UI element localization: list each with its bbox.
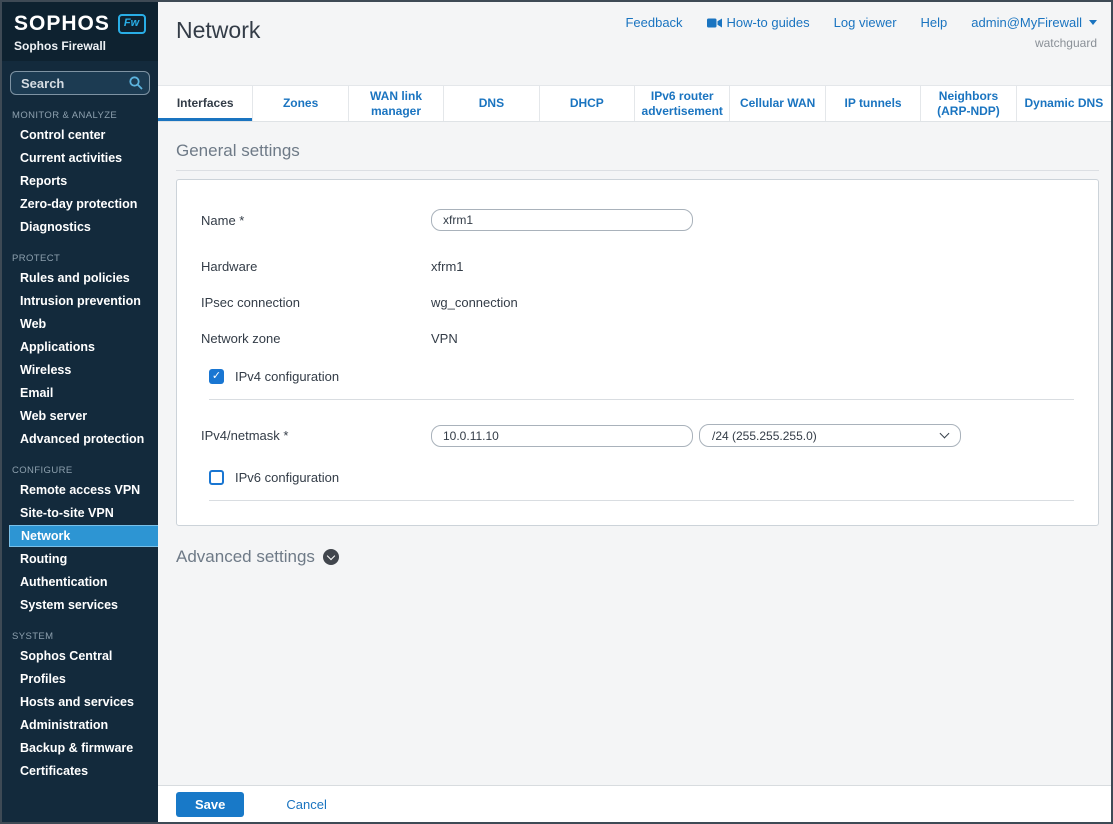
account-menu[interactable]: admin@MyFirewall: [971, 15, 1097, 30]
info-value: xfrm1: [431, 259, 464, 274]
sidebar-item-web-server[interactable]: Web server: [2, 405, 158, 427]
sidebar-item-remote-access-vpn[interactable]: Remote access VPN: [2, 479, 158, 501]
feedback-link[interactable]: Feedback: [625, 15, 682, 30]
sophos-logo: SOPHOS: [14, 12, 110, 36]
sidebar: SOPHOS Fw Sophos Firewall MONITOR & ANAL…: [2, 2, 158, 822]
nav-section-system: SYSTEM: [12, 631, 148, 642]
info-row-ipsec-connection: IPsec connectionwg_connection: [201, 290, 1074, 315]
info-label: Network zone: [201, 331, 431, 346]
app-window: SOPHOS Fw Sophos Firewall MONITOR & ANAL…: [0, 0, 1113, 824]
nav-section-monitor-analyze: MONITOR & ANALYZE: [12, 110, 148, 121]
sidebar-item-site-to-site-vpn[interactable]: Site-to-site VPN: [2, 502, 158, 524]
page-title: Network: [176, 17, 260, 85]
help-link[interactable]: Help: [921, 15, 948, 30]
video-camera-icon: [707, 18, 722, 28]
sidebar-item-backup-firmware[interactable]: Backup & firmware: [2, 737, 158, 759]
sidebar-item-control-center[interactable]: Control center: [2, 124, 158, 146]
check-icon: ✓: [212, 371, 221, 382]
netmask-select[interactable]: /24 (255.255.255.0): [699, 424, 961, 447]
tab-cellular-wan[interactable]: Cellular WAN: [730, 86, 825, 121]
main-area: Network Feedback How-to guides Log viewe…: [158, 2, 1111, 822]
sidebar-item-email[interactable]: Email: [2, 382, 158, 404]
name-field[interactable]: [431, 209, 693, 231]
tab-strip: InterfacesZonesWAN link managerDNSDHCPIP…: [158, 85, 1111, 122]
fw-badge-icon: Fw: [118, 14, 146, 34]
info-value: wg_connection: [431, 295, 518, 310]
chevron-down-circle-icon[interactable]: [323, 549, 339, 565]
search-icon: [129, 76, 143, 90]
general-settings-card: Name * Hardwarexfrm1 IPsec connectionwg_c…: [176, 179, 1099, 526]
sidebar-search: [10, 71, 150, 95]
cancel-button[interactable]: Cancel: [286, 797, 326, 812]
sidebar-item-wireless[interactable]: Wireless: [2, 359, 158, 381]
sidebar-item-rules-and-policies[interactable]: Rules and policies: [2, 267, 158, 289]
save-button[interactable]: Save: [176, 792, 244, 817]
tab-neighbors-arp-ndp[interactable]: Neighbors (ARP-NDP): [921, 86, 1016, 121]
name-label: Name *: [201, 213, 431, 228]
product-name: Sophos Firewall: [14, 39, 148, 53]
chevron-down-icon: [940, 429, 950, 439]
tab-interfaces[interactable]: Interfaces: [158, 86, 253, 121]
sidebar-item-current-activities[interactable]: Current activities: [2, 147, 158, 169]
tab-ip-tunnels[interactable]: IP tunnels: [826, 86, 921, 121]
info-label: IPsec connection: [201, 295, 431, 310]
sidebar-item-diagnostics[interactable]: Diagnostics: [2, 216, 158, 238]
ipv4-netmask-label: IPv4/netmask *: [201, 428, 431, 443]
sidebar-nav: MONITOR & ANALYZE Control centerCurrent a…: [2, 110, 158, 782]
tab-dns[interactable]: DNS: [444, 86, 539, 121]
sidebar-item-hosts-and-services[interactable]: Hosts and services: [2, 691, 158, 713]
info-row-network-zone: Network zoneVPN: [201, 326, 1074, 351]
logo-block: SOPHOS Fw Sophos Firewall: [2, 2, 158, 61]
sidebar-item-authentication[interactable]: Authentication: [2, 571, 158, 593]
advanced-settings-heading: Advanced settings: [176, 547, 1099, 567]
info-row-hardware: Hardwarexfrm1: [201, 254, 1074, 279]
ipv4-address-field[interactable]: [431, 425, 693, 447]
sidebar-item-reports[interactable]: Reports: [2, 170, 158, 192]
sidebar-item-system-services[interactable]: System services: [2, 594, 158, 616]
sidebar-item-profiles[interactable]: Profiles: [2, 668, 158, 690]
log-viewer-link[interactable]: Log viewer: [834, 15, 897, 30]
sidebar-item-applications[interactable]: Applications: [2, 336, 158, 358]
sidebar-item-routing[interactable]: Routing: [2, 548, 158, 570]
nav-section-configure: CONFIGURE: [12, 465, 148, 476]
content: General settings Name * Hardwarexfrm1 IPs…: [158, 122, 1111, 822]
action-footer: Save Cancel: [158, 785, 1111, 822]
sidebar-item-intrusion-prevention[interactable]: Intrusion prevention: [2, 290, 158, 312]
ipv4-configuration-checkbox[interactable]: ✓: [209, 369, 224, 384]
ipv4-configuration-label: IPv4 configuration: [235, 369, 339, 384]
info-value: VPN: [431, 331, 458, 346]
tab-wan-link-manager[interactable]: WAN link manager: [349, 86, 444, 121]
topbar: Network Feedback How-to guides Log viewe…: [158, 2, 1111, 85]
sidebar-item-administration[interactable]: Administration: [2, 714, 158, 736]
sidebar-item-certificates[interactable]: Certificates: [2, 760, 158, 782]
info-label: Hardware: [201, 259, 431, 274]
sidebar-item-network[interactable]: Network: [9, 525, 158, 547]
general-settings-heading: General settings: [176, 141, 1099, 171]
tab-dynamic-dns[interactable]: Dynamic DNS: [1017, 86, 1111, 121]
device-label: watchguard: [625, 36, 1097, 50]
tab-ipv6-router-advertisement[interactable]: IPv6 router advertisement: [635, 86, 730, 121]
readonly-info-rows: Hardwarexfrm1 IPsec connectionwg_connecti…: [201, 254, 1074, 351]
tab-dhcp[interactable]: DHCP: [540, 86, 635, 121]
tab-zones[interactable]: Zones: [253, 86, 348, 121]
nav-section-protect: PROTECT: [12, 253, 148, 264]
ipv6-configuration-checkbox[interactable]: [209, 470, 224, 485]
sidebar-item-zero-day-protection[interactable]: Zero-day protection: [2, 193, 158, 215]
sidebar-item-advanced-protection[interactable]: Advanced protection: [2, 428, 158, 450]
caret-down-icon: [1089, 20, 1097, 25]
ipv6-configuration-label: IPv6 configuration: [235, 470, 339, 485]
sidebar-item-sophos-central[interactable]: Sophos Central: [2, 645, 158, 667]
sidebar-item-web[interactable]: Web: [2, 313, 158, 335]
how-to-guides-link[interactable]: How-to guides: [707, 15, 810, 30]
